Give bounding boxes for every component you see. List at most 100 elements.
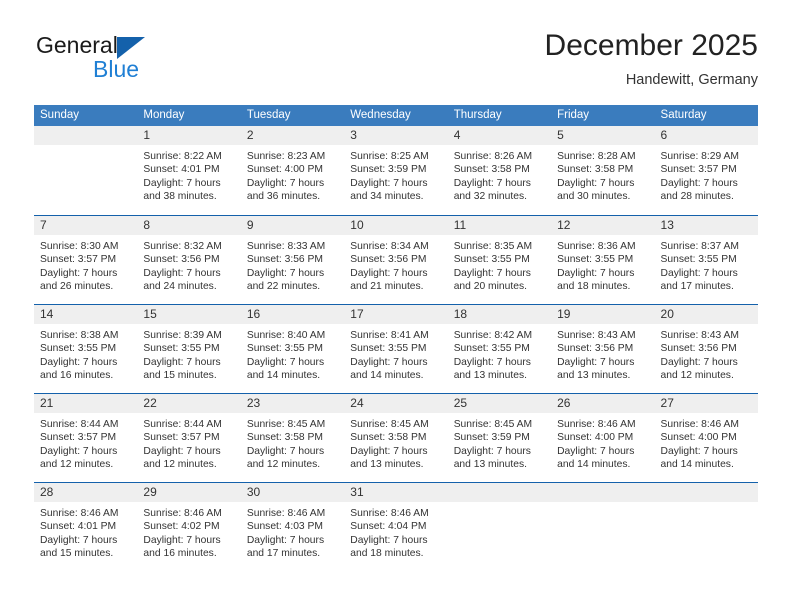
- day-info-line: Sunset: 3:55 PM: [40, 343, 117, 355]
- calendar-day-cell[interactable]: 21 Sunrise: 8:44 AM Sunset: 3:57 PM Dayligh…: [34, 394, 138, 482]
- calendar-day-cell[interactable]: 4 Sunrise: 8:26 AM Sunset: 3:58 PM Daylight…: [447, 126, 552, 215]
- day-sun-info: [655, 502, 758, 507]
- day-info-line: Sunset: 3:55 PM: [453, 343, 530, 355]
- day-info-line: Sunrise: 8:25 AM: [350, 151, 429, 162]
- day-number-band: 29: [137, 483, 241, 502]
- calendar-day-cell[interactable]: 28 Sunrise: 8:46 AM Sunset: 4:01 PM Dayligh…: [34, 483, 138, 571]
- day-info-line: Sunset: 3:55 PM: [453, 254, 530, 266]
- day-number-band: 13: [654, 216, 758, 235]
- day-info-line: Daylight: 7 hours: [143, 445, 221, 457]
- day-sun-info: Sunrise: 8:30 AM Sunset: 3:57 PM Daylight:…: [34, 235, 137, 294]
- calendar-day-cell[interactable]: 18 Sunrise: 8:42 AM Sunset: 3:55 PM Dayligh…: [447, 305, 552, 393]
- day-sun-info: Sunrise: 8:38 AM Sunset: 3:55 PM Daylight:…: [34, 324, 137, 383]
- calendar-day-cell[interactable]: 24 Sunrise: 8:45 AM Sunset: 3:58 PM Dayligh…: [344, 394, 448, 482]
- day-info-line: and 13 minutes.: [453, 370, 527, 382]
- calendar-day-cell[interactable]: 22 Sunrise: 8:44 AM Sunset: 3:57 PM Dayligh…: [137, 394, 241, 482]
- day-info-line: Sunset: 3:58 PM: [246, 432, 323, 444]
- day-info-line: Daylight: 7 hours: [660, 356, 738, 368]
- general-blue-logo[interactable]: General Blue: [34, 32, 244, 94]
- calendar-day-cell[interactable]: 8 Sunrise: 8:32 AM Sunset: 3:56 PM Daylight…: [137, 216, 241, 304]
- day-info-line: and 14 minutes.: [557, 459, 631, 471]
- day-sun-info: Sunrise: 8:26 AM Sunset: 3:58 PM Daylight:…: [448, 145, 551, 204]
- day-number-band: 25: [447, 394, 552, 413]
- day-info-line: and 21 minutes.: [350, 281, 424, 293]
- calendar-day-cell[interactable]: 7 Sunrise: 8:30 AM Sunset: 3:57 PM Daylight…: [34, 216, 138, 304]
- day-info-line: Sunset: 3:56 PM: [143, 254, 220, 266]
- day-info-line: and 18 minutes.: [557, 281, 631, 293]
- day-info-line: Sunset: 3:56 PM: [660, 343, 737, 355]
- day-info-line: Sunrise: 8:45 AM: [246, 419, 326, 430]
- day-info-line: Daylight: 7 hours: [453, 356, 531, 368]
- calendar-grid: Sunday Monday Tuesday Wednesday Thursday Frid…: [34, 105, 758, 571]
- calendar-day-cell[interactable]: 17 Sunrise: 8:41 AM Sunset: 3:55 PM Dayligh…: [344, 305, 448, 393]
- day-info-line: Sunset: 4:00 PM: [557, 432, 634, 444]
- day-number: 25: [453, 396, 468, 410]
- day-info-line: Sunrise: 8:45 AM: [453, 419, 533, 430]
- calendar-day-cell[interactable]: 2 Sunrise: 8:23 AM Sunset: 4:00 PM Daylight…: [240, 126, 345, 215]
- calendar-day-cell[interactable]: 26 Sunrise: 8:46 AM Sunset: 4:00 PM Dayligh…: [551, 394, 655, 482]
- day-info-line: Sunset: 3:56 PM: [350, 254, 427, 266]
- calendar-day-cell[interactable]: 19 Sunrise: 8:43 AM Sunset: 3:56 PM Dayligh…: [551, 305, 655, 393]
- day-number-band: 16: [240, 305, 345, 324]
- day-info-line: and 12 minutes.: [660, 370, 734, 382]
- day-number: 7: [40, 218, 47, 232]
- day-number: 11: [453, 218, 467, 232]
- calendar-day-cell[interactable]: 25 Sunrise: 8:45 AM Sunset: 3:59 PM Dayligh…: [447, 394, 552, 482]
- day-info-line: Sunset: 3:58 PM: [557, 164, 634, 176]
- calendar-day-cell[interactable]: 6 Sunrise: 8:29 AM Sunset: 3:57 PM Daylight…: [654, 126, 758, 215]
- day-info-line: and 15 minutes.: [143, 370, 217, 382]
- day-sun-info: Sunrise: 8:45 AM Sunset: 3:59 PM Daylight:…: [448, 413, 551, 472]
- day-sun-info: Sunrise: 8:45 AM Sunset: 3:58 PM Daylight:…: [344, 413, 447, 472]
- day-sun-info: Sunrise: 8:29 AM Sunset: 3:57 PM Daylight:…: [655, 145, 758, 204]
- day-sun-info: Sunrise: 8:39 AM Sunset: 3:55 PM Daylight:…: [137, 324, 240, 383]
- day-number-band: 9: [240, 216, 345, 235]
- day-info-line: and 17 minutes.: [660, 281, 734, 293]
- day-info-line: Sunset: 4:03 PM: [246, 521, 323, 533]
- logo-text-blue: Blue: [93, 56, 140, 82]
- calendar-day-cell[interactable]: 31 Sunrise: 8:46 AM Sunset: 4:04 PM Dayligh…: [344, 483, 448, 571]
- day-number: 20: [660, 307, 674, 321]
- weekday-header-row: Sunday Monday Tuesday Wednesday Thursday Frid…: [34, 105, 758, 126]
- calendar-body: 1 Sunrise: 8:22 AM Sunset: 4:01 PM Daylight…: [34, 126, 758, 571]
- calendar-day-cell[interactable]: 16 Sunrise: 8:40 AM Sunset: 3:55 PM Dayligh…: [240, 305, 345, 393]
- calendar-day-cell[interactable]: 30 Sunrise: 8:46 AM Sunset: 4:03 PM Dayligh…: [240, 483, 345, 571]
- day-sun-info: Sunrise: 8:22 AM Sunset: 4:01 PM Daylight:…: [137, 145, 240, 204]
- day-sun-info: Sunrise: 8:35 AM Sunset: 3:55 PM Daylight:…: [448, 235, 551, 294]
- calendar-day-cell[interactable]: 27 Sunrise: 8:46 AM Sunset: 4:00 PM Dayligh…: [654, 394, 758, 482]
- day-sun-info: Sunrise: 8:46 AM Sunset: 4:04 PM Daylight:…: [344, 502, 447, 561]
- weekday-header-saturday: Saturday: [660, 109, 707, 121]
- day-number-band: 30: [240, 483, 345, 502]
- calendar-day-cell[interactable]: 1 Sunrise: 8:22 AM Sunset: 4:01 PM Daylight…: [137, 126, 241, 215]
- calendar-day-cell[interactable]: 11 Sunrise: 8:35 AM Sunset: 3:55 PM Dayligh…: [447, 216, 552, 304]
- day-info-line: Sunrise: 8:40 AM: [246, 330, 326, 341]
- calendar-day-cell[interactable]: 14 Sunrise: 8:38 AM Sunset: 3:55 PM Dayligh…: [34, 305, 138, 393]
- day-info-line: Daylight: 7 hours: [246, 534, 325, 546]
- calendar-day-cell[interactable]: 20 Sunrise: 8:43 AM Sunset: 3:56 PM Dayligh…: [654, 305, 758, 393]
- day-sun-info: Sunrise: 8:46 AM Sunset: 4:01 PM Daylight:…: [34, 502, 137, 561]
- logo-text-general: General: [36, 32, 118, 58]
- day-info-line: Sunset: 3:55 PM: [660, 254, 737, 266]
- day-info-line: Daylight: 7 hours: [143, 534, 221, 546]
- day-info-line: Sunrise: 8:33 AM: [246, 241, 326, 252]
- day-info-line: and 14 minutes.: [246, 370, 321, 382]
- calendar-day-cell[interactable]: 10 Sunrise: 8:34 AM Sunset: 3:56 PM Dayligh…: [344, 216, 448, 304]
- calendar-day-cell[interactable]: 15 Sunrise: 8:39 AM Sunset: 3:55 PM Dayligh…: [137, 305, 241, 393]
- calendar-day-cell-empty: [654, 483, 758, 571]
- day-sun-info: Sunrise: 8:46 AM Sunset: 4:00 PM Daylight:…: [551, 413, 654, 472]
- calendar-day-cell[interactable]: 12 Sunrise: 8:36 AM Sunset: 3:55 PM Dayligh…: [551, 216, 655, 304]
- calendar-day-cell[interactable]: 5 Sunrise: 8:28 AM Sunset: 3:58 PM Daylight…: [551, 126, 655, 215]
- day-sun-info: Sunrise: 8:41 AM Sunset: 3:55 PM Daylight:…: [344, 324, 447, 383]
- calendar-day-cell[interactable]: 3 Sunrise: 8:25 AM Sunset: 3:59 PM Daylight…: [344, 126, 448, 215]
- calendar-day-cell[interactable]: 23 Sunrise: 8:45 AM Sunset: 3:58 PM Dayligh…: [240, 394, 345, 482]
- day-info-line: and 28 minutes.: [660, 191, 734, 203]
- day-info-line: Daylight: 7 hours: [40, 445, 118, 457]
- day-number: 15: [143, 307, 157, 321]
- day-info-line: Sunrise: 8:44 AM: [143, 419, 222, 430]
- calendar-day-cell[interactable]: 29 Sunrise: 8:46 AM Sunset: 4:02 PM Dayligh…: [137, 483, 241, 571]
- day-info-line: Sunrise: 8:23 AM: [246, 151, 326, 162]
- calendar-day-cell[interactable]: 13 Sunrise: 8:37 AM Sunset: 3:55 PM Dayligh…: [654, 216, 758, 304]
- day-sun-info: Sunrise: 8:33 AM Sunset: 3:56 PM Daylight:…: [241, 235, 344, 294]
- day-number-band: 26: [551, 394, 655, 413]
- calendar-day-cell[interactable]: 9 Sunrise: 8:33 AM Sunset: 3:56 PM Daylight…: [240, 216, 345, 304]
- day-info-line: Daylight: 7 hours: [350, 356, 428, 368]
